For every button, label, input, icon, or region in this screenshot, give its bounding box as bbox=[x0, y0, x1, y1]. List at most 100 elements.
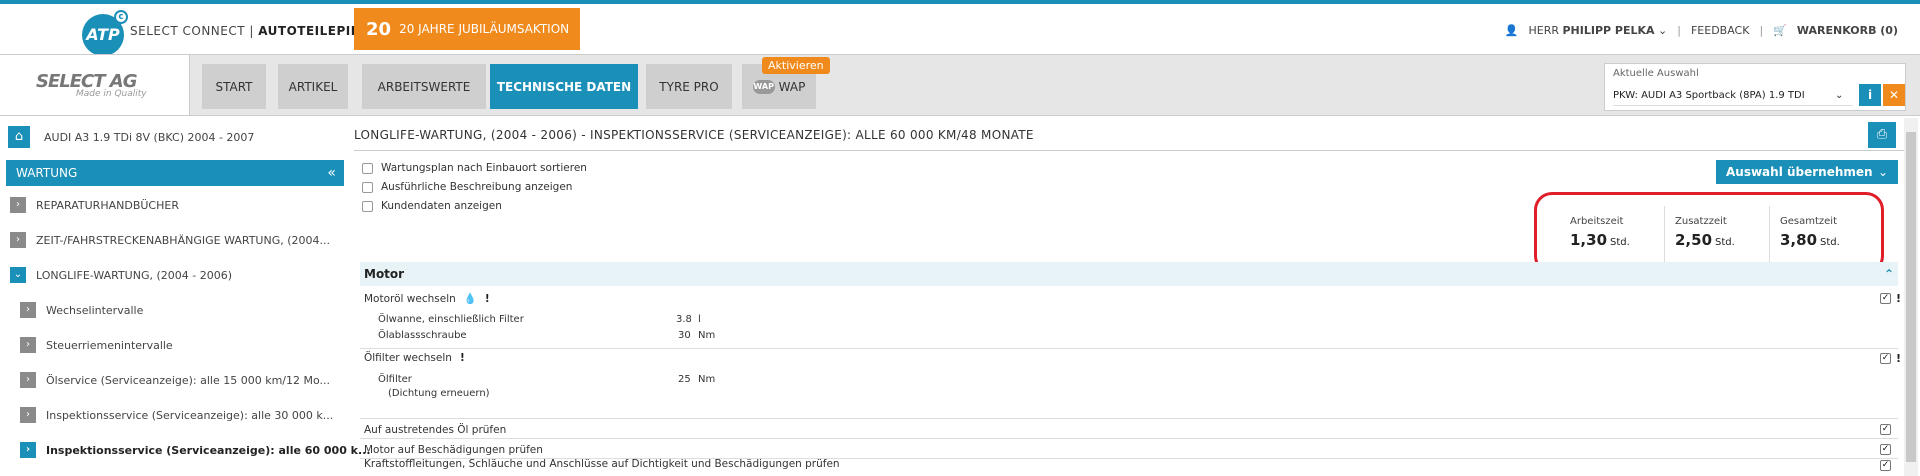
chevron-right-icon: › bbox=[10, 232, 26, 248]
sidebar-item-label: Wechselintervalle bbox=[46, 303, 144, 317]
scroll-thumb[interactable] bbox=[1906, 132, 1916, 462]
time-number: 3,80 bbox=[1780, 231, 1818, 249]
brand-label: SELECT CONNECT | AUTOTEILEPILOT bbox=[130, 24, 378, 38]
user-name: PHILIPP PELKA bbox=[1562, 24, 1655, 37]
sidebar-item-zeitwartung[interactable]: › ZEIT-/FAHRSTRECKENABHÄNGIGE WARTUNG, (… bbox=[10, 231, 330, 249]
detail-value: 3.8 bbox=[676, 314, 692, 325]
option-label: Kundendaten anzeigen bbox=[381, 200, 502, 212]
chevron-right-icon: › bbox=[20, 407, 36, 423]
detail-value: 30 bbox=[678, 330, 691, 341]
option-customer-data[interactable]: Kundendaten anzeigen bbox=[362, 198, 502, 214]
wartung-title: WARTUNG bbox=[16, 166, 78, 180]
scrollbar[interactable] bbox=[1904, 118, 1918, 476]
sidebar-item-oelservice[interactable]: › Ölservice (Serviceanzeige): alle 15 00… bbox=[20, 371, 330, 389]
sidebar-item-wechselintervalle[interactable]: › Wechselintervalle bbox=[20, 301, 143, 319]
task-oel-pruefen: Auf austretendes Öl prüfen bbox=[364, 424, 506, 436]
sidebar: ⌂ AUDI A3 1.9 TDi 8V (BKC) 2004 - 2007 W… bbox=[0, 118, 371, 476]
warning-icon: ! bbox=[484, 292, 490, 305]
user-icon: 👤 bbox=[1504, 24, 1519, 37]
main-content: LONGLIFE-WARTUNG, (2004 - 2006) - INSPEK… bbox=[354, 118, 1906, 476]
wartung-header[interactable]: WARTUNG « bbox=[6, 160, 344, 186]
tab-start[interactable]: START bbox=[202, 64, 266, 109]
tab-arbeitswerte[interactable]: ARBEITSWERTE bbox=[362, 64, 486, 109]
promo-banner[interactable]: 20 20 JAHRE JUBILÄUMSAKTION bbox=[354, 8, 580, 50]
chevron-right-icon: › bbox=[20, 302, 36, 318]
option-label: Ausführliche Beschreibung anzeigen bbox=[381, 181, 573, 193]
cart-link[interactable]: WARENKORB (0) bbox=[1797, 24, 1898, 37]
sidebar-item-label: Ölservice (Serviceanzeige): alle 15 000 … bbox=[46, 373, 331, 387]
chevron-down-icon: ⌄ bbox=[1835, 90, 1844, 101]
time-gesamtzeit: Gesamtzeit 3,80 Std. bbox=[1770, 206, 1874, 268]
promo-label: 20 JAHRE JUBILÄUMSAKTION bbox=[399, 22, 570, 36]
detail-unit: Nm bbox=[698, 330, 716, 341]
warning-icon: ! bbox=[1896, 292, 1902, 305]
task-label: Auf austretendes Öl prüfen bbox=[364, 424, 507, 436]
user-menu: 👤 HERR PHILIPP PELKA ⌄ | FEEDBACK | 🛒 WA… bbox=[1505, 24, 1898, 37]
detail-label: Ölfilter bbox=[378, 374, 412, 385]
divider bbox=[360, 418, 1898, 419]
section-title: Motor bbox=[364, 267, 405, 281]
sidebar-item-reparaturhandbuecher[interactable]: › REPARATURHANDBÜCHER bbox=[10, 196, 179, 214]
checkbox[interactable] bbox=[362, 200, 373, 212]
option-sort-by-location[interactable]: Wartungsplan nach Einbauort sortieren bbox=[362, 160, 587, 176]
select-ag-logo[interactable]: SELECT AG Made in Quality bbox=[0, 55, 190, 115]
chevron-right-icon: › bbox=[20, 337, 36, 353]
task-checkbox[interactable]: ✓ bbox=[1880, 460, 1891, 471]
chevron-right-icon: › bbox=[10, 197, 26, 213]
apply-selection-button[interactable]: Auswahl übernehmen ⌄ bbox=[1716, 160, 1898, 184]
collapse-icon[interactable]: « bbox=[327, 160, 336, 186]
divider bbox=[354, 150, 1904, 151]
time-value: 1,30 Std. bbox=[1570, 231, 1664, 249]
chevron-right-icon: › bbox=[20, 372, 36, 388]
divider: | bbox=[1759, 24, 1764, 37]
sidebar-item-inspektion-30000[interactable]: › Inspektionsservice (Serviceanzeige): a… bbox=[20, 406, 333, 424]
section-motor[interactable]: Motor ⌃ bbox=[360, 262, 1898, 286]
time-number: 1,30 bbox=[1570, 231, 1608, 249]
vehicle-select[interactable]: PKW: AUDI A3 Sportback (8PA) 1.9 TDI bbox=[1613, 86, 1853, 106]
option-detailed-description[interactable]: Ausführliche Beschreibung anzeigen bbox=[362, 179, 572, 195]
task-checkbox[interactable]: ✓ bbox=[1880, 353, 1891, 364]
print-button[interactable]: ⎙ bbox=[1868, 122, 1896, 148]
sidebar-item-label: Inspektionsservice (Serviceanzeige): all… bbox=[46, 443, 371, 457]
sidebar-item-label: LONGLIFE-WARTUNG, (2004 - 2006) bbox=[36, 268, 233, 282]
task-checkbox[interactable]: ✓ bbox=[1880, 424, 1891, 435]
checkbox[interactable] bbox=[362, 181, 373, 193]
time-unit: Std. bbox=[1610, 237, 1630, 248]
home-icon[interactable]: ⌂ bbox=[8, 126, 30, 148]
chevron-down-icon: ⌄ bbox=[1877, 165, 1888, 179]
sidebar-item-label: ZEIT-/FAHRSTRECKENABHÄNGIGE WARTUNG, (20… bbox=[36, 233, 331, 247]
brand-prefix: SELECT CONNECT bbox=[130, 24, 246, 38]
user-name-link[interactable]: HERR PHILIPP PELKA ⌄ bbox=[1528, 24, 1667, 37]
divider: | bbox=[1677, 24, 1681, 37]
info-button[interactable]: i bbox=[1859, 84, 1881, 106]
activate-badge[interactable]: Aktivieren bbox=[762, 57, 830, 74]
task-checkbox[interactable]: ✓ bbox=[1880, 293, 1891, 304]
tab-technische-daten[interactable]: TECHNISCHE DATEN bbox=[490, 64, 638, 109]
checkbox[interactable] bbox=[362, 162, 373, 174]
user-prefix: HERR bbox=[1528, 24, 1559, 37]
time-unit: Std. bbox=[1715, 237, 1735, 248]
sidebar-item-label: REPARATURHANDBÜCHER bbox=[36, 198, 179, 212]
tab-artikel[interactable]: ARTIKEL bbox=[278, 64, 348, 109]
option-label: Wartungsplan nach Einbauort sortieren bbox=[381, 162, 587, 174]
time-summary: Arbeitszeit 1,30 Std. Zusatzzeit 2,50 Std.… bbox=[1560, 206, 1874, 268]
task-checkbox[interactable]: ✓ bbox=[1880, 444, 1891, 455]
current-selection: Aktuelle Auswahl PKW: AUDI A3 Sportback … bbox=[1604, 63, 1906, 111]
tab-wap-label: WAP bbox=[778, 79, 806, 94]
divider bbox=[360, 348, 1898, 349]
time-value: 2,50 Std. bbox=[1675, 231, 1769, 249]
sidebar-item-steuerriemenintervalle[interactable]: › Steuerriemenintervalle bbox=[20, 336, 173, 354]
sidebar-item-longlife-wartung[interactable]: ⌄ LONGLIFE-WARTUNG, (2004 - 2006) bbox=[10, 266, 232, 284]
time-label: Arbeitszeit bbox=[1570, 216, 1624, 227]
clear-selection-button[interactable]: ✕ bbox=[1883, 84, 1905, 106]
task-label: Ölfilter wechseln bbox=[364, 352, 452, 364]
oil-drop-icon: 💧 bbox=[463, 293, 477, 305]
sidebar-item-inspektion-60000[interactable]: › Inspektionsservice (Serviceanzeige): a… bbox=[20, 441, 371, 459]
apply-label: Auswahl übernehmen bbox=[1726, 165, 1873, 179]
time-arbeitszeit: Arbeitszeit 1,30 Std. bbox=[1560, 206, 1665, 268]
feedback-link[interactable]: FEEDBACK bbox=[1691, 24, 1749, 37]
task-oelfilter-wechseln: Ölfilter wechseln ! bbox=[364, 352, 465, 364]
task-label: Motoröl wechseln bbox=[364, 292, 456, 305]
chevron-up-icon[interactable]: ⌃ bbox=[1884, 262, 1894, 286]
tab-tyre-pro[interactable]: TYRE PRO bbox=[646, 64, 732, 109]
